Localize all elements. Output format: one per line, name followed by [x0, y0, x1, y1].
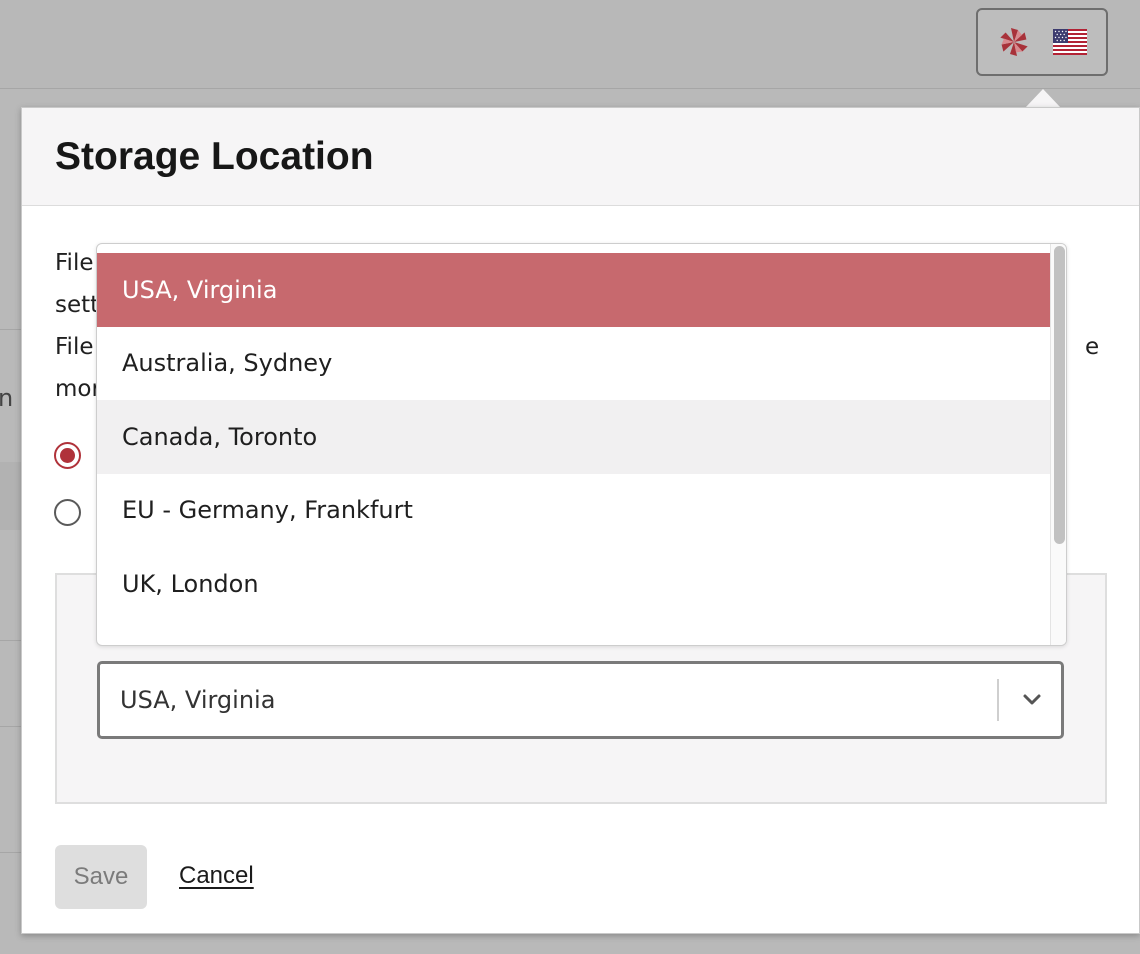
region-option[interactable]: Canada, Toronto — [97, 400, 1051, 474]
region-option[interactable]: EU - Germany, Frankfurt — [97, 474, 1051, 548]
region-option[interactable]: UK, London — [97, 547, 1051, 621]
background-divider — [0, 726, 22, 727]
background-divider — [0, 329, 22, 330]
region-option[interactable]: USA, Virginia — [97, 253, 1051, 327]
region-select[interactable]: USA, Virginia — [97, 661, 1064, 739]
dropdown-scrollbar[interactable] — [1050, 244, 1066, 645]
region-select-value: USA, Virginia — [120, 686, 276, 714]
description-line-start: File — [55, 334, 94, 360]
background-cell — [0, 462, 22, 530]
save-button[interactable]: Save — [55, 845, 147, 909]
background-text-fragment: n — [0, 384, 14, 412]
popover-arrow — [1025, 89, 1061, 108]
storage-option-radio-custom[interactable] — [54, 499, 81, 526]
storage-location-popover: Storage Location File sett File e mor US… — [21, 107, 1140, 934]
us-flag-icon — [1053, 29, 1087, 55]
background-divider — [0, 852, 22, 853]
chevron-down-icon[interactable] — [1019, 686, 1045, 712]
region-option[interactable]: Australia, Sydney — [97, 327, 1051, 401]
background-divider — [0, 640, 22, 641]
select-divider — [997, 679, 999, 721]
region-dropdown-menu: USA, Virginia Australia, Sydney Canada, … — [96, 243, 1067, 646]
storage-option-radio-default[interactable] — [54, 442, 81, 469]
pinwheel-logo-icon — [1000, 28, 1028, 56]
popover-header: Storage Location — [22, 108, 1139, 206]
background-topbar — [0, 0, 1140, 89]
storage-region-button[interactable] — [976, 8, 1108, 76]
cancel-link[interactable]: Cancel — [179, 862, 254, 890]
dropdown-scrollbar-thumb[interactable] — [1054, 246, 1065, 544]
description-line-end: e — [1085, 334, 1100, 360]
region-dropdown-list: USA, Virginia Australia, Sydney Canada, … — [97, 253, 1051, 621]
popover-title: Storage Location — [55, 135, 374, 178]
